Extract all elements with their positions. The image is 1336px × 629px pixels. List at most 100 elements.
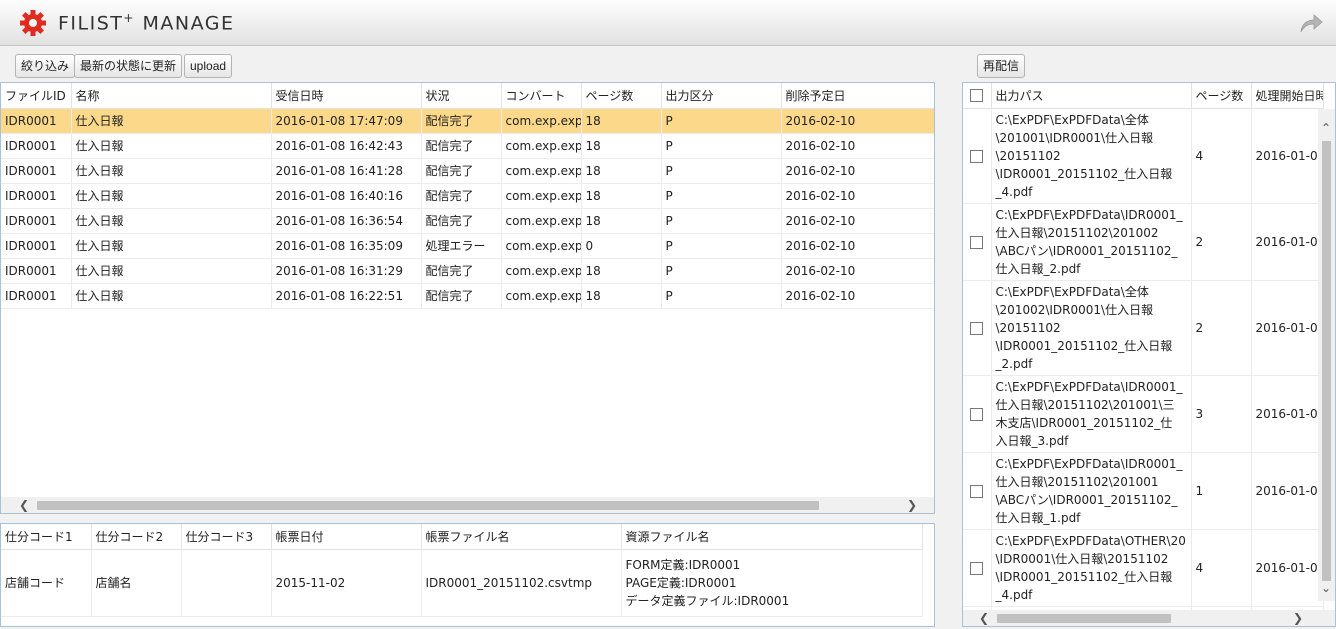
- page-count-cell: 4: [1191, 108, 1252, 204]
- table-row[interactable]: IDR0001 仕入日報 2016-01-08 16:40:16 配信完了 com.ex…: [1, 183, 934, 209]
- table-cell: P: [661, 233, 782, 259]
- table-cell: IDR0001: [1, 183, 72, 209]
- column-header[interactable]: 帳票ファイル名: [421, 524, 622, 550]
- table-cell: P: [661, 258, 782, 284]
- table-row[interactable]: IDR0001 仕入日報 2016-01-08 16:41:28 配信完了 com.ex…: [1, 158, 934, 184]
- column-header[interactable]: 受信日時: [271, 83, 422, 109]
- file-list-table: ファイルID 名称 受信日時 状況 コンバート ページ数 出力区分 削除予定日 IDR0001…: [1, 83, 934, 309]
- table-row[interactable]: IDR0001 仕入日報 2016-01-08 16:31:29 配信完了 com.ex…: [1, 258, 934, 284]
- output-list-hscrollbar[interactable]: ❮ ❯: [963, 610, 1335, 626]
- table-cell: 仕入日報: [71, 108, 272, 134]
- table-cell: 配信完了: [421, 208, 502, 234]
- column-header[interactable]: 仕分コード1: [1, 524, 92, 550]
- row-checkbox[interactable]: [970, 484, 984, 498]
- scroll-up-icon[interactable]: ⌃: [1321, 121, 1331, 135]
- scroll-left-icon[interactable]: ❮: [979, 611, 989, 625]
- path-line: _2.pdf: [995, 356, 1033, 371]
- table-cell: 配信完了: [421, 108, 502, 134]
- start-time-cell: 2016-01-0: [1251, 203, 1324, 281]
- path-line: \201002\IDR0001\仕入日報: [995, 302, 1154, 317]
- refresh-button[interactable]: 最新の状態に更新: [74, 54, 183, 78]
- page-count-cell: 2: [1191, 280, 1252, 376]
- path-line: \IDR0001_20151102_仕入日報: [995, 338, 1173, 353]
- output-list-table: 出力パス ページ数 処理開始日時 C:\ExPDF\ExPDFData\全体 \2…: [963, 83, 1324, 626]
- table-cell: 18: [581, 283, 662, 309]
- table-row[interactable]: IDR0001 仕入日報 2016-01-08 16:35:09 処理エラー com.e…: [1, 233, 934, 259]
- column-header[interactable]: 資源ファイル名: [621, 524, 923, 550]
- output-row[interactable]: C:\ExPDF\ExPDFData\IDR0001_ 仕入日報\20151102…: [963, 375, 1324, 453]
- column-header[interactable]: 削除予定日: [781, 83, 934, 109]
- file-detail-table: 仕分コード1 仕分コード2 仕分コード3 帳票日付 帳票ファイル名 資源ファイル名 店舗コ…: [1, 524, 923, 617]
- output-row[interactable]: C:\ExPDF\ExPDFData\IDR0001_ 仕入日報\20151102…: [963, 452, 1324, 530]
- row-checkbox[interactable]: [970, 561, 984, 575]
- table-cell: 仕入日報: [71, 233, 272, 259]
- table-cell: 仕入日報: [71, 258, 272, 284]
- scroll-left-icon[interactable]: ❮: [19, 498, 29, 512]
- table-cell: 2016-02-10: [781, 133, 934, 159]
- detail-cell: [181, 549, 272, 617]
- table-cell: 2016-02-10: [781, 283, 934, 309]
- share-arrow-icon[interactable]: [1298, 10, 1324, 36]
- output-row[interactable]: C:\ExPDF\ExPDFData\IDR0001_ 仕入日報\20151102…: [963, 203, 1324, 281]
- row-checkbox[interactable]: [970, 321, 984, 335]
- scroll-down-icon[interactable]: ⌄: [1321, 581, 1331, 595]
- file-list-hscroll-thumb[interactable]: [37, 501, 819, 510]
- column-header[interactable]: 処理開始日時: [1251, 83, 1324, 109]
- table-cell: IDR0001: [1, 133, 72, 159]
- path-line: _4.pdf: [995, 184, 1033, 199]
- select-all-checkbox[interactable]: [970, 89, 984, 103]
- table-row[interactable]: IDR0001 仕入日報 2016-01-08 16:22:51 配信完了 com.ex…: [1, 283, 934, 309]
- page-count-cell: 4: [1191, 529, 1252, 607]
- scroll-right-icon[interactable]: ❯: [1293, 611, 1303, 625]
- column-header[interactable]: ページ数: [581, 83, 662, 109]
- output-row[interactable]: C:\ExPDF\ExPDFData\全体 \201001\IDR0001\仕入日…: [963, 108, 1324, 204]
- output-list-hscroll-thumb[interactable]: [997, 614, 1171, 623]
- scroll-right-icon[interactable]: ❯: [907, 498, 917, 512]
- row-select-cell: [963, 452, 992, 530]
- table-cell: 2016-02-10: [781, 258, 934, 284]
- column-header[interactable]: 状況: [421, 83, 502, 109]
- column-header[interactable]: ページ数: [1191, 83, 1252, 109]
- table-row[interactable]: IDR0001 仕入日報 2016-01-08 17:47:09 配信完了 com.ex…: [1, 108, 934, 134]
- table-cell: 仕入日報: [71, 133, 272, 159]
- column-header[interactable]: 仕分コード3: [181, 524, 272, 550]
- table-cell: IDR0001: [1, 158, 72, 184]
- row-checkbox[interactable]: [970, 235, 984, 249]
- table-cell: 仕入日報: [71, 158, 272, 184]
- upload-button[interactable]: upload: [184, 54, 233, 78]
- row-checkbox[interactable]: [970, 149, 984, 163]
- filter-button[interactable]: 絞り込み: [15, 54, 76, 78]
- table-cell: 2016-01-08 16:41:28: [271, 158, 422, 184]
- app-header: FILIST+ MANAGE: [0, 0, 1336, 46]
- column-header[interactable]: 出力パス: [991, 83, 1192, 109]
- output-list-vscroll-thumb[interactable]: [1322, 141, 1331, 581]
- column-header[interactable]: 帳票日付: [271, 524, 422, 550]
- column-header[interactable]: ファイルID: [1, 83, 72, 109]
- column-header[interactable]: 名称: [71, 83, 272, 109]
- file-detail-row[interactable]: 店舗コード 店舗名 2015-11-02 IDR0001_20151102.cs…: [1, 549, 923, 617]
- start-time-cell: 2016-01-0: [1251, 452, 1324, 530]
- path-line: \ABCパン\IDR0001_20151102_: [995, 492, 1178, 507]
- table-row[interactable]: IDR0001 仕入日報 2016-01-08 16:42:43 配信完了 com.ex…: [1, 133, 934, 159]
- file-list-hscrollbar[interactable]: ❮ ❯: [1, 497, 934, 513]
- output-row[interactable]: C:\ExPDF\ExPDFData\全体 \201002\IDR0001\仕入日…: [963, 280, 1324, 376]
- output-list-vscrollbar[interactable]: ⌃ ⌄: [1318, 109, 1335, 601]
- table-cell: 2016-02-10: [781, 208, 934, 234]
- column-header[interactable]: 出力区分: [661, 83, 782, 109]
- detail-cell: 店舗名: [91, 549, 182, 617]
- row-checkbox[interactable]: [970, 407, 984, 421]
- table-cell: 配信完了: [421, 258, 502, 284]
- column-header[interactable]: コンバート: [501, 83, 582, 109]
- table-cell: P: [661, 133, 782, 159]
- brand-tail: MANAGE: [142, 12, 235, 35]
- redeliver-button[interactable]: 再配信: [977, 54, 1026, 78]
- table-cell: 18: [581, 108, 662, 134]
- output-row[interactable]: C:\ExPDF\ExPDFData\OTHER\20 \IDR0001\仕入日報…: [963, 529, 1324, 607]
- resource-line: FORM定義:IDR0001: [625, 557, 741, 572]
- column-header[interactable]: 仕分コード2: [91, 524, 182, 550]
- table-cell: 2016-02-10: [781, 233, 934, 259]
- table-cell: IDR0001: [1, 208, 72, 234]
- table-row[interactable]: IDR0001 仕入日報 2016-01-08 16:36:54 配信完了 com.ex…: [1, 208, 934, 234]
- output-path-cell: C:\ExPDF\ExPDFData\全体 \201002\IDR0001\仕入日…: [991, 280, 1192, 376]
- detail-cell: 店舗コード: [1, 549, 92, 617]
